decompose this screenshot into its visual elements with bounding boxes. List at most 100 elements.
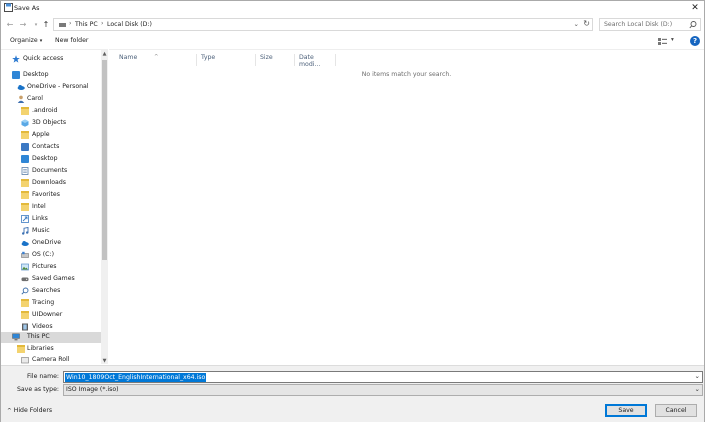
- tree-item-searches[interactable]: Searches: [1, 286, 101, 297]
- tree-item-label: This PC: [27, 333, 50, 340]
- column-type[interactable]: Type: [201, 54, 215, 61]
- view-dropdown-icon[interactable]: ▾: [671, 37, 674, 43]
- tree-item-3d-objects[interactable]: 3D Objects: [1, 118, 101, 129]
- file-list[interactable]: ^ Name Type Size Date modi... No items m…: [109, 49, 704, 364]
- computer-icon: [12, 333, 20, 341]
- tree-item-label: Pictures: [32, 263, 57, 270]
- save-options-panel: File name: Win10_1809Oct_EnglishInternat…: [1, 365, 704, 422]
- tree-item-label: Downloads: [32, 179, 66, 186]
- save-as-type-select[interactable]: ISO Image (*.iso) ⌄: [63, 384, 703, 396]
- downloads-icon: [21, 179, 29, 187]
- tree-item-uidowner[interactable]: UIDowner: [1, 310, 101, 321]
- file-name-label: File name:: [27, 373, 59, 380]
- tree-item-label: OS (C:): [32, 251, 54, 258]
- music-icon: [22, 227, 29, 235]
- this-pc-icon: [59, 23, 66, 27]
- chevron-up-icon: ^: [7, 408, 12, 414]
- tree-item-documents[interactable]: Documents: [1, 166, 101, 177]
- tree-item-carol[interactable]: Carol: [1, 94, 101, 105]
- column-divider[interactable]: [294, 54, 295, 66]
- tree-item-pictures[interactable]: Pictures: [1, 262, 101, 273]
- tree-item-label: Apple: [32, 131, 50, 138]
- view-options-icon[interactable]: [658, 38, 667, 45]
- tree-item-onedrive[interactable]: OneDrive: [1, 238, 101, 249]
- navigation-row: ← → ▾ ↑ › This PC › Local Disk (D:) ⌄ ↻ …: [1, 17, 704, 33]
- desktop-icon: [12, 71, 20, 79]
- hide-folders-toggle[interactable]: ^ Hide Folders: [7, 407, 52, 414]
- scrollbar-thumb[interactable]: [102, 60, 107, 260]
- tree-item-favorites[interactable]: Favorites: [1, 190, 101, 201]
- tree-item-label: Documents: [32, 167, 68, 174]
- tree-item-desktop[interactable]: Desktop: [1, 70, 101, 81]
- tree-item-android[interactable]: .android: [1, 106, 101, 117]
- tree-item-label: .android: [32, 107, 58, 114]
- navigation-pane: Quick access Desktop OneDrive - Personal…: [1, 49, 108, 364]
- column-headers: ^ Name Type Size Date modi...: [109, 52, 336, 68]
- nav-scrollbar[interactable]: ▲ ▼: [101, 50, 108, 364]
- address-bar[interactable]: › This PC › Local Disk (D:) ⌄ ↻: [53, 18, 593, 31]
- save-button[interactable]: Save: [605, 404, 647, 417]
- tree-item-intel[interactable]: Intel: [1, 202, 101, 213]
- cancel-button[interactable]: Cancel: [655, 404, 697, 417]
- chevron-down-icon[interactable]: ⌄: [695, 385, 700, 393]
- games-icon: [21, 277, 29, 282]
- folder-icon: [21, 203, 29, 211]
- column-divider[interactable]: [255, 54, 256, 66]
- organize-menu[interactable]: Organize ▾: [10, 37, 42, 44]
- folder-icon: [21, 299, 29, 307]
- tree-item-desktop-sub[interactable]: Desktop: [1, 154, 101, 165]
- tree-item-label: Libraries: [27, 345, 54, 352]
- column-date-modified[interactable]: Date modi...: [299, 54, 334, 68]
- tree-item-apple[interactable]: Apple: [1, 130, 101, 141]
- tree-item-camera-roll[interactable]: Camera Roll: [1, 355, 101, 364]
- drive-icon: [21, 251, 29, 258]
- tree-item-saved-games[interactable]: Saved Games: [1, 274, 101, 285]
- tree-item-label: Intel: [32, 203, 46, 210]
- tree-item-onedrive-personal[interactable]: OneDrive - Personal: [1, 82, 101, 93]
- new-folder-button[interactable]: New folder: [55, 37, 88, 44]
- breadcrumb-separator-icon[interactable]: ›: [69, 20, 71, 27]
- close-icon[interactable]: ✕: [689, 2, 701, 14]
- back-arrow-icon[interactable]: ←: [5, 19, 15, 31]
- tree-item-quick-access[interactable]: Quick access: [1, 54, 101, 65]
- tree-item-label: Favorites: [32, 191, 60, 198]
- cube-icon: [21, 119, 29, 127]
- breadcrumb-separator-icon[interactable]: ›: [101, 20, 103, 27]
- libraries-icon: [17, 345, 25, 353]
- search-placeholder: Search Local Disk (D:): [604, 21, 673, 28]
- hide-folders-label: Hide Folders: [13, 407, 53, 414]
- tree-item-os-c[interactable]: OS (C:): [1, 250, 101, 261]
- chevron-down-icon[interactable]: ⌄: [695, 372, 700, 380]
- breadcrumb-local-disk[interactable]: Local Disk (D:): [107, 21, 152, 28]
- tree-item-libraries[interactable]: Libraries: [1, 344, 101, 355]
- tree-item-tracing[interactable]: Tracing: [1, 298, 101, 309]
- file-name-input[interactable]: Win10_1809Oct_EnglishInternational_x64.i…: [63, 371, 703, 383]
- contacts-icon: [21, 143, 29, 151]
- refresh-icon[interactable]: ↻: [583, 19, 590, 28]
- column-name[interactable]: Name: [119, 54, 137, 61]
- save-as-type-value: ISO Image (*.iso): [66, 386, 119, 393]
- breadcrumb-this-pc[interactable]: This PC: [75, 21, 98, 28]
- tree-item-this-pc[interactable]: This PC: [1, 332, 101, 343]
- tree-item-contacts[interactable]: Contacts: [1, 142, 101, 153]
- tree-item-links[interactable]: Links: [1, 214, 101, 225]
- recent-locations-icon[interactable]: ▾: [31, 19, 41, 31]
- tree-item-music[interactable]: Music: [1, 226, 101, 237]
- tree-item-downloads[interactable]: Downloads: [1, 178, 101, 189]
- scroll-down-icon[interactable]: ▼: [101, 358, 108, 364]
- address-dropdown-icon[interactable]: ⌄: [574, 20, 579, 28]
- scroll-up-icon[interactable]: ▲: [101, 51, 108, 57]
- tree-item-label: Contacts: [32, 143, 60, 150]
- forward-arrow-icon[interactable]: →: [18, 19, 28, 31]
- search-box[interactable]: Search Local Disk (D:): [599, 18, 701, 31]
- column-divider[interactable]: [196, 54, 197, 66]
- up-arrow-icon[interactable]: ↑: [41, 19, 51, 31]
- cloud-icon: [21, 241, 29, 246]
- help-icon[interactable]: ?: [690, 36, 700, 46]
- empty-folder-message: No items match your search.: [361, 71, 452, 78]
- file-name-value[interactable]: Win10_1809Oct_EnglishInternational_x64.i…: [65, 373, 207, 382]
- column-size[interactable]: Size: [260, 54, 273, 61]
- organize-label: Organize: [10, 37, 38, 44]
- column-divider[interactable]: [335, 54, 336, 66]
- tree-item-label: Tracing: [32, 299, 55, 306]
